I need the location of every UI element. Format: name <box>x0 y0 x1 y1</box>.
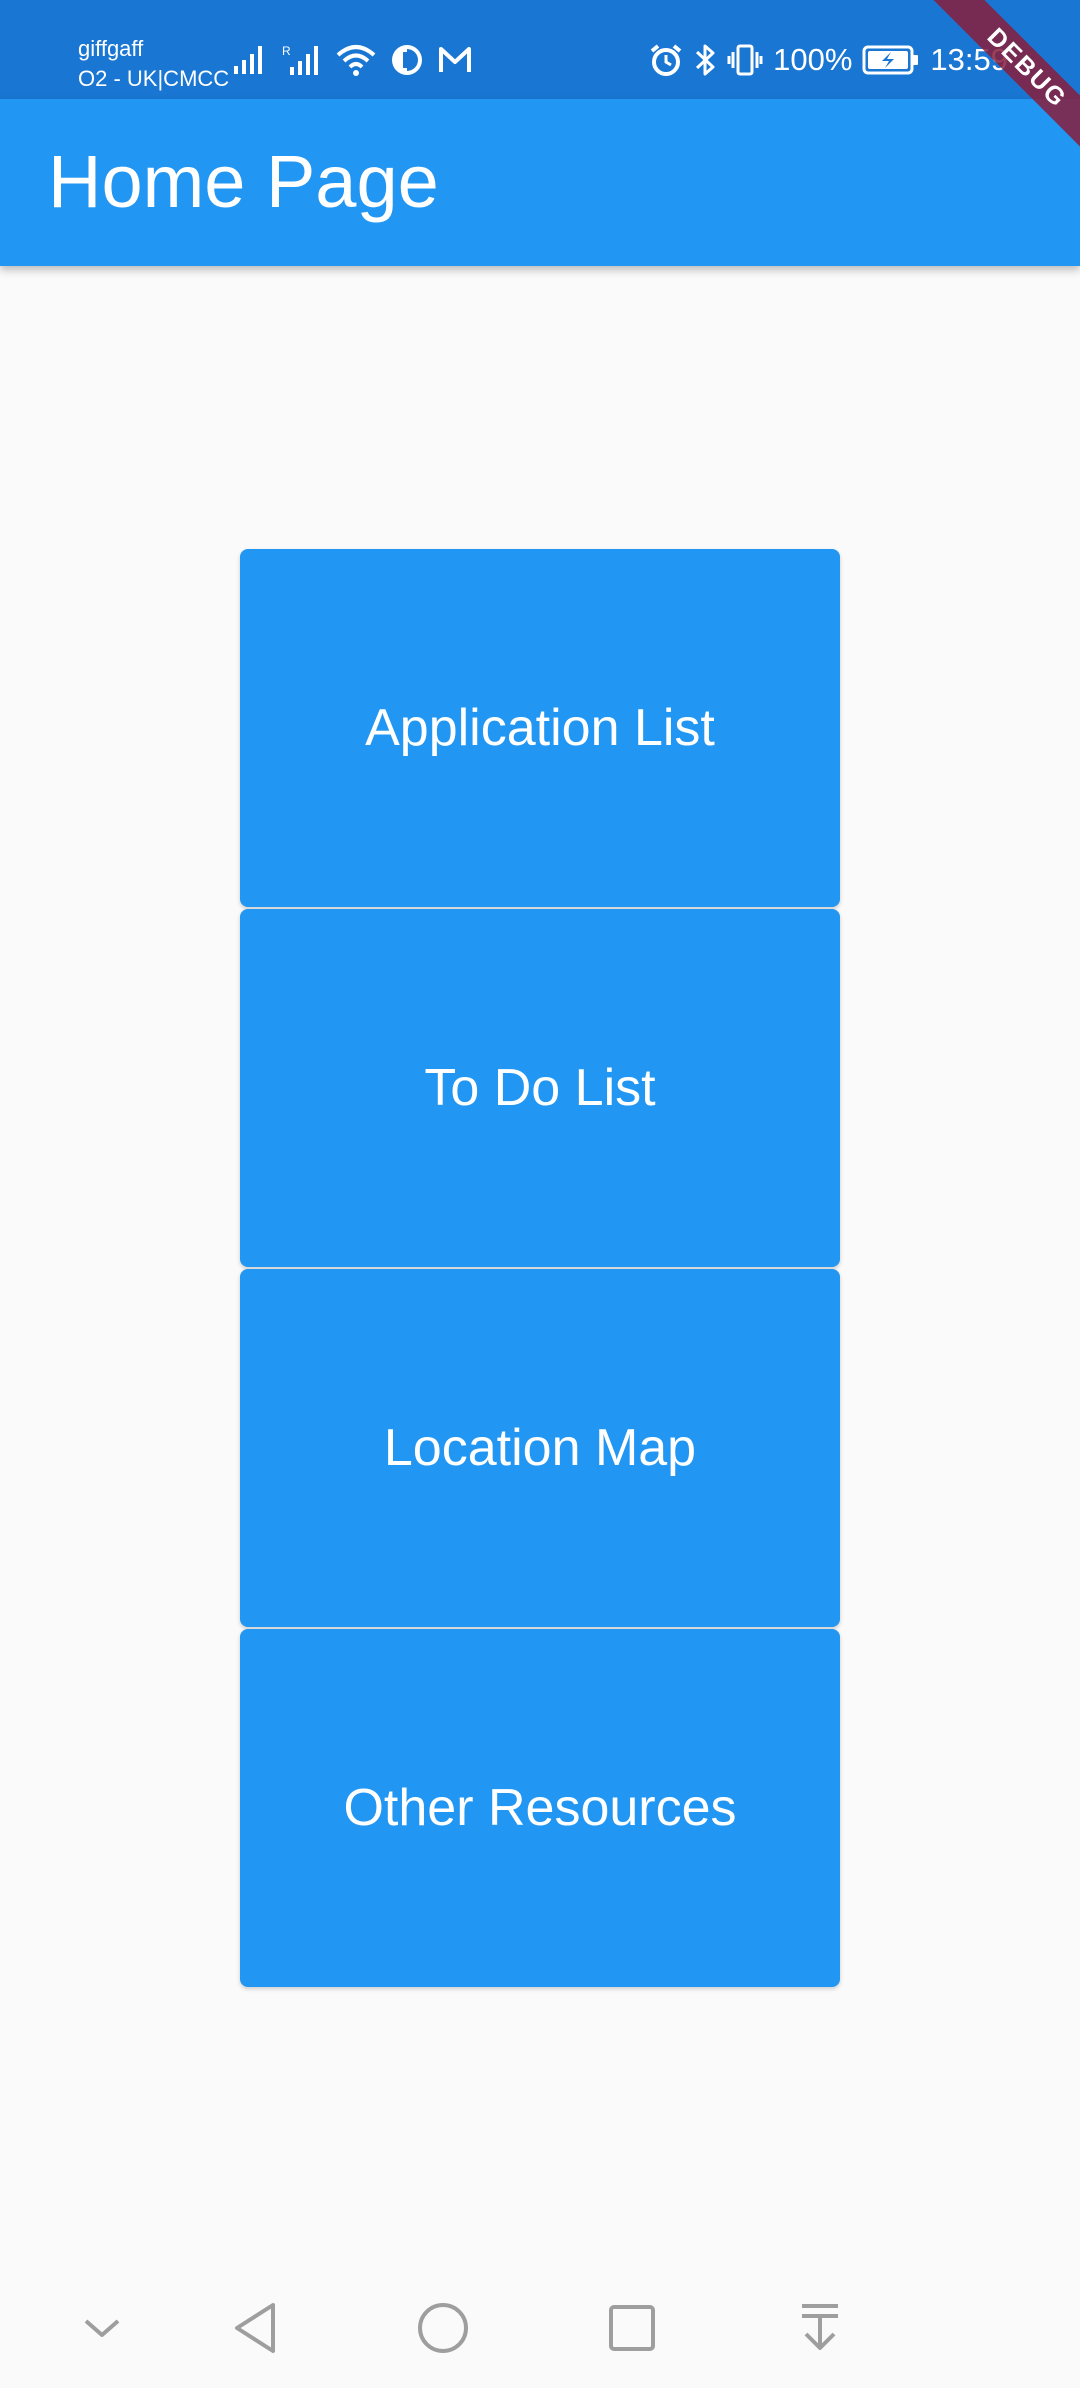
svg-text:R: R <box>282 44 291 58</box>
location-map-button[interactable]: Location Map <box>240 1269 840 1627</box>
status-left-icons: R <box>232 40 472 80</box>
battery-charging-icon <box>862 44 920 76</box>
carrier-info: giffgaff O2 - UK|CMCC <box>78 34 229 94</box>
back-icon[interactable] <box>226 2298 286 2358</box>
app-bar: Home Page <box>0 99 1080 266</box>
battery-percentage: 100% <box>773 42 853 77</box>
alarm-icon <box>649 43 683 77</box>
system-nav-bar <box>0 2268 1080 2388</box>
signal-icon <box>232 44 268 76</box>
vibrate-icon <box>727 43 763 77</box>
home-menu: Application List To Do List Location Map… <box>240 549 840 1989</box>
application-list-button[interactable]: Application List <box>240 549 840 907</box>
recents-icon[interactable] <box>602 2298 662 2358</box>
wifi-icon <box>336 43 376 77</box>
status-bar: giffgaff O2 - UK|CMCC R 100% 13:59 <box>0 0 1080 99</box>
carrier-name: giffgaff <box>78 36 144 61</box>
carrier-network: O2 - UK|CMCC <box>78 66 230 91</box>
to-do-list-button[interactable]: To Do List <box>240 909 840 1267</box>
debug-banner: DEBUG <box>930 0 1080 150</box>
page-title: Home Page <box>48 140 439 223</box>
bluetooth-icon <box>693 43 717 77</box>
chevron-down-icon[interactable] <box>72 2298 132 2358</box>
other-resources-button[interactable]: Other Resources <box>240 1629 840 1987</box>
data-saver-icon <box>390 43 424 77</box>
gmail-icon <box>438 45 472 75</box>
debug-banner-label: DEBUG <box>932 0 1080 150</box>
home-icon[interactable] <box>413 2298 473 2358</box>
roaming-signal-icon: R <box>282 43 322 77</box>
notification-pull-down-icon[interactable] <box>790 2298 850 2358</box>
